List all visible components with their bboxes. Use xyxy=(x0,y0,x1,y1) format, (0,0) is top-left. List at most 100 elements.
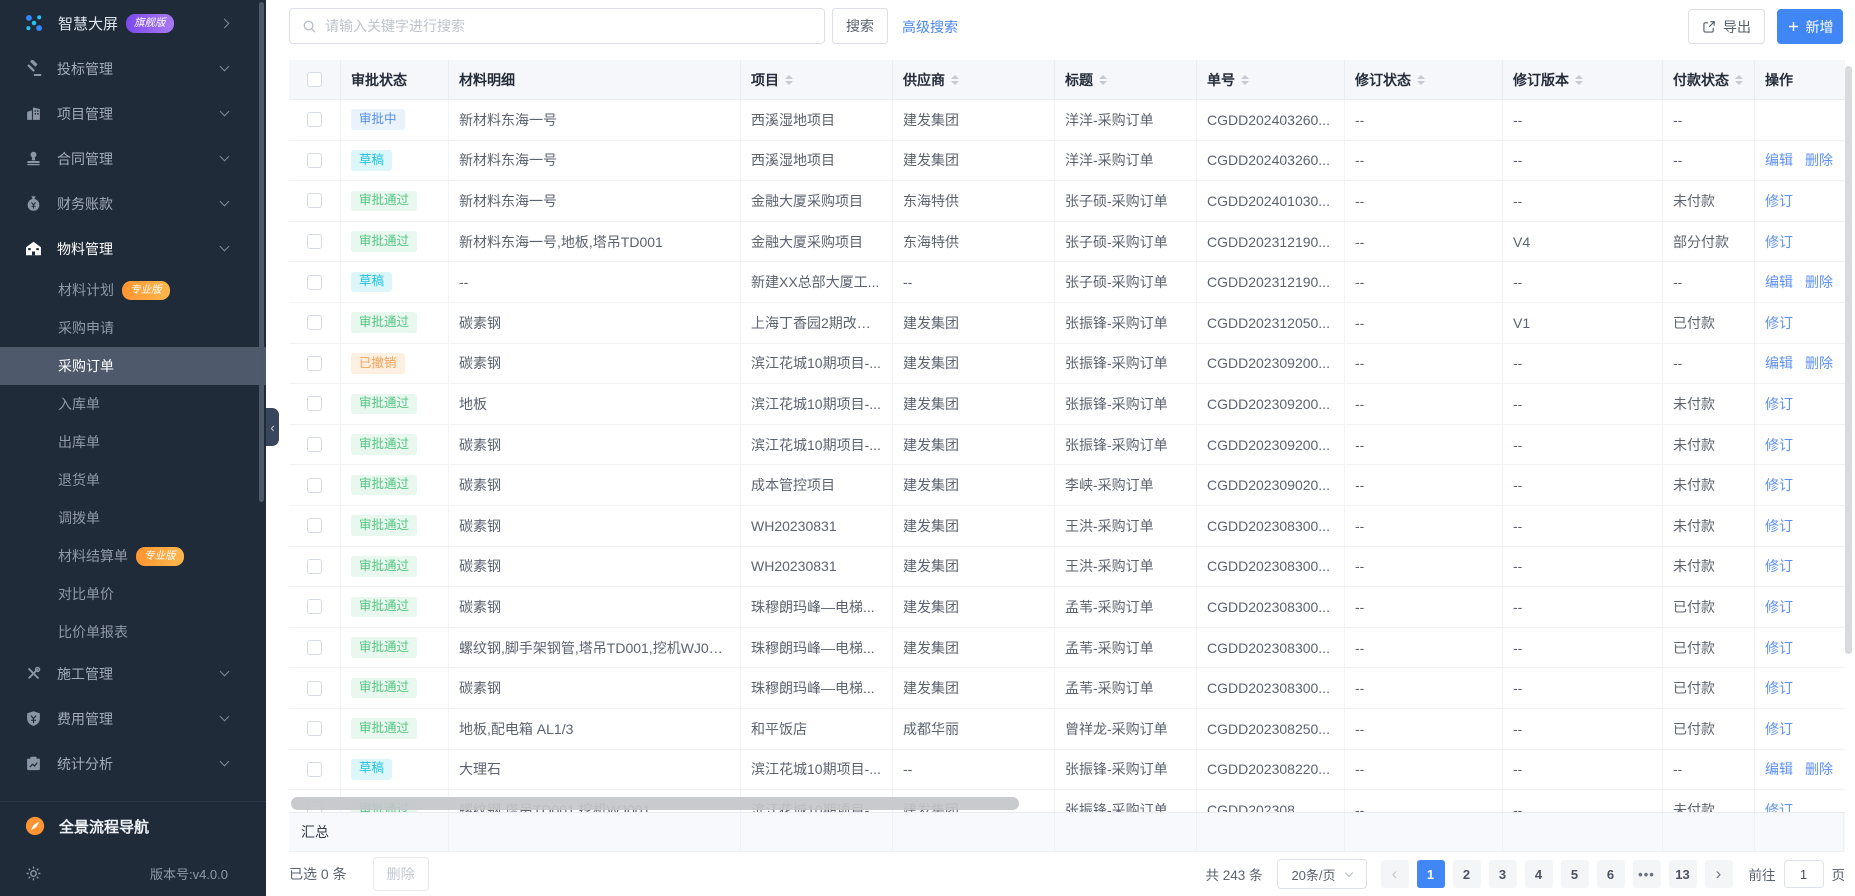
page-button[interactable]: 1 xyxy=(1416,860,1445,888)
delete-button[interactable]: 删除 xyxy=(372,857,429,891)
sidebar-item-return-order[interactable]: 退货单 xyxy=(0,461,266,499)
row-checkbox[interactable] xyxy=(307,518,322,534)
add-button[interactable]: 新增 xyxy=(1777,9,1843,44)
revise-link[interactable]: 修订 xyxy=(1765,556,1793,576)
sidebar-item-material-settlement[interactable]: 材料结算单 专业版 xyxy=(0,537,266,575)
sidebar-item-price-compare-report[interactable]: 比价单报表 xyxy=(0,613,266,651)
revise-link[interactable]: 修订 xyxy=(1765,516,1793,536)
revise-link[interactable]: 修订 xyxy=(1765,719,1793,739)
revise-link[interactable]: 修订 xyxy=(1765,232,1793,252)
row-checkbox[interactable] xyxy=(307,599,322,615)
row-checkbox[interactable] xyxy=(307,640,322,656)
page-button[interactable]: 3 xyxy=(1488,860,1517,888)
search-input[interactable] xyxy=(325,18,812,34)
gear-icon[interactable] xyxy=(25,865,42,882)
row-checkbox[interactable] xyxy=(307,396,322,412)
page-button[interactable]: 4 xyxy=(1524,860,1553,888)
column-header[interactable]: 单号 xyxy=(1197,60,1345,99)
sidebar-collapse-handle[interactable]: ‹ xyxy=(266,408,279,446)
edit-link[interactable]: 编辑 xyxy=(1765,272,1793,292)
sort-icon[interactable] xyxy=(951,71,959,89)
page-button[interactable]: 2 xyxy=(1452,860,1481,888)
row-checkbox[interactable] xyxy=(307,152,322,168)
vertical-scrollbar[interactable] xyxy=(1845,66,1852,654)
delete-link[interactable]: 删除 xyxy=(1805,150,1833,170)
row-checkbox[interactable] xyxy=(307,721,322,737)
export-button[interactable]: 导出 xyxy=(1688,9,1765,44)
sort-icon[interactable] xyxy=(1417,71,1425,89)
page-size-select[interactable]: 20条/页 xyxy=(1276,859,1367,889)
search-box[interactable] xyxy=(289,8,825,44)
page-button[interactable]: 5 xyxy=(1560,860,1589,888)
sidebar-item-purchase-request[interactable]: 采购申请 xyxy=(0,309,266,347)
page-ellipsis[interactable]: ••• xyxy=(1632,860,1661,888)
revision-version-cell: -- xyxy=(1503,343,1663,384)
column-header[interactable]: 项目 xyxy=(741,60,893,99)
delete-link[interactable]: 删除 xyxy=(1805,272,1833,292)
sort-icon[interactable] xyxy=(1575,71,1583,89)
sidebar-scrollbar[interactable] xyxy=(259,2,264,502)
select-all-checkbox[interactable] xyxy=(307,72,322,87)
sidebar-item-unit-price-compare[interactable]: 对比单价 xyxy=(0,575,266,613)
sidebar-item-outbound-order[interactable]: 出库单 xyxy=(0,423,266,461)
sidebar-item-statistics[interactable]: 统计分析 xyxy=(0,741,266,786)
row-checkbox[interactable] xyxy=(307,112,322,128)
column-header[interactable]: 修订状态 xyxy=(1345,60,1503,99)
sidebar-item-project[interactable]: 项目管理 xyxy=(0,91,266,136)
row-checkbox[interactable] xyxy=(307,477,322,493)
sort-icon[interactable] xyxy=(785,71,793,89)
search-button[interactable]: 搜索 xyxy=(832,8,888,44)
row-checkbox[interactable] xyxy=(307,193,322,209)
prev-page-button[interactable]: ‹ xyxy=(1380,860,1409,888)
sort-icon[interactable] xyxy=(1099,71,1107,89)
row-checkbox[interactable] xyxy=(307,234,322,250)
revise-link[interactable]: 修订 xyxy=(1765,800,1793,812)
sidebar-item-transfer-order[interactable]: 调拨单 xyxy=(0,499,266,537)
advanced-search-link[interactable]: 高级搜索 xyxy=(902,17,958,37)
revise-link[interactable]: 修订 xyxy=(1765,597,1793,617)
goto-page-input[interactable] xyxy=(1783,860,1824,888)
sidebar-item-construction[interactable]: 施工管理 xyxy=(0,651,266,696)
delete-link[interactable]: 删除 xyxy=(1805,759,1833,779)
row-checkbox[interactable] xyxy=(307,558,322,574)
revise-link[interactable]: 修订 xyxy=(1765,435,1793,455)
edit-link[interactable]: 编辑 xyxy=(1765,353,1793,373)
revise-link[interactable]: 修订 xyxy=(1765,191,1793,211)
chevron-down-icon xyxy=(219,711,230,722)
row-checkbox[interactable] xyxy=(307,680,322,696)
column-header[interactable]: 供应商 xyxy=(893,60,1055,99)
sidebar-item-material-plan[interactable]: 材料计划 专业版 xyxy=(0,271,266,309)
row-checkbox[interactable] xyxy=(307,437,322,453)
revise-link[interactable]: 修订 xyxy=(1765,638,1793,658)
column-header[interactable]: 修订版本 xyxy=(1503,60,1663,99)
revise-link[interactable]: 修订 xyxy=(1765,678,1793,698)
delete-link[interactable]: 删除 xyxy=(1805,353,1833,373)
next-page-button[interactable]: › xyxy=(1704,860,1733,888)
row-checkbox[interactable] xyxy=(307,274,322,290)
sidebar-item-purchase-order[interactable]: 采购订单 xyxy=(0,347,266,385)
column-header[interactable]: 付款状态 xyxy=(1663,60,1755,99)
row-checkbox[interactable] xyxy=(307,315,322,331)
sidebar-item-panorama-nav[interactable]: 全景流程导航 xyxy=(0,802,266,850)
row-checkbox[interactable] xyxy=(307,355,322,371)
revision-status-cell: -- xyxy=(1345,587,1503,627)
page-button[interactable]: 6 xyxy=(1596,860,1625,888)
sort-icon[interactable] xyxy=(1241,71,1249,89)
sort-icon[interactable] xyxy=(1735,71,1743,89)
row-checkbox[interactable] xyxy=(307,761,322,777)
edit-link[interactable]: 编辑 xyxy=(1765,759,1793,779)
sidebar-brand[interactable]: 智慧大屏 旗舰版 xyxy=(0,0,266,46)
sidebar-item-bidding[interactable]: 投标管理 xyxy=(0,46,266,91)
sidebar-item-material[interactable]: 物料管理 xyxy=(0,226,266,271)
sidebar-item-expense[interactable]: 费用管理 xyxy=(0,696,266,741)
sidebar-item-contract[interactable]: 合同管理 xyxy=(0,136,266,181)
revise-link[interactable]: 修订 xyxy=(1765,313,1793,333)
column-header[interactable]: 标题 xyxy=(1055,60,1197,99)
sidebar-item-inbound-order[interactable]: 入库单 xyxy=(0,385,266,423)
horizontal-scrollbar[interactable] xyxy=(291,797,1019,810)
page-button[interactable]: 13 xyxy=(1668,860,1697,888)
revise-link[interactable]: 修订 xyxy=(1765,394,1793,414)
sidebar-item-finance[interactable]: 财务账款 xyxy=(0,181,266,226)
edit-link[interactable]: 编辑 xyxy=(1765,150,1793,170)
revise-link[interactable]: 修订 xyxy=(1765,475,1793,495)
